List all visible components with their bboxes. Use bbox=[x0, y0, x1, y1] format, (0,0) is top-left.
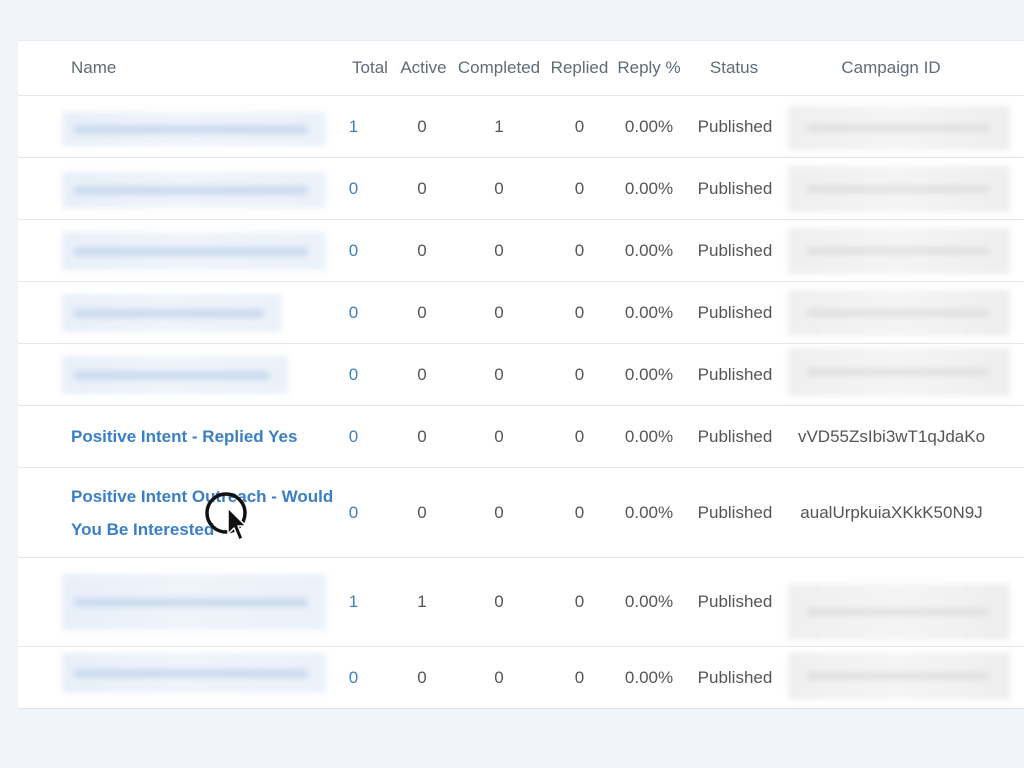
reply-percent: 0.00% bbox=[624, 667, 674, 687]
redacted-campaign-name[interactable] bbox=[62, 653, 326, 693]
reply-percent: 0.00% bbox=[624, 426, 674, 446]
redacted-campaign-name[interactable] bbox=[62, 112, 326, 146]
header-replied[interactable]: Replied bbox=[548, 41, 611, 95]
campaign-id: aualUrpkuiaXKkK50N9J bbox=[800, 502, 983, 522]
table-row[interactable]: Positive Intent - Replied Yes 0 0 0 0 0.… bbox=[18, 406, 1024, 468]
total-link[interactable]: 0 bbox=[338, 158, 369, 219]
total-link[interactable]: 0 bbox=[338, 647, 369, 708]
replied-count: 0 bbox=[574, 502, 585, 522]
active-count: 0 bbox=[417, 302, 427, 322]
active-count: 1 bbox=[417, 592, 427, 611]
header-completed[interactable]: Completed bbox=[454, 41, 544, 95]
active-count: 0 bbox=[417, 426, 427, 446]
status-text: Published bbox=[697, 667, 773, 687]
completed-count: 0 bbox=[494, 667, 504, 687]
table-row[interactable]: Positive Intent Outreach - Would You Be … bbox=[18, 468, 1024, 558]
status-text: Published bbox=[697, 116, 773, 136]
replied-count: 0 bbox=[574, 426, 585, 446]
active-count: 0 bbox=[417, 240, 427, 260]
total-link[interactable]: 0 bbox=[338, 406, 369, 467]
replied-count: 0 bbox=[574, 592, 585, 611]
replied-count: 0 bbox=[574, 178, 585, 198]
mouse-pointer-icon bbox=[205, 492, 247, 541]
completed-count: 0 bbox=[494, 592, 504, 611]
redacted-campaign-id bbox=[788, 166, 1010, 212]
status-text: Published bbox=[697, 178, 773, 198]
replied-count: 0 bbox=[574, 302, 585, 322]
reply-percent: 0.00% bbox=[624, 364, 674, 384]
table-row[interactable]: 0 0 0 0 0.00% Published bbox=[18, 220, 1024, 282]
reply-percent: 0.00% bbox=[624, 240, 674, 260]
active-count: 0 bbox=[417, 116, 427, 136]
redacted-campaign-id bbox=[788, 653, 1010, 699]
campaigns-table: Name Total Active Completed Replied Repl… bbox=[18, 40, 1024, 709]
completed-count: 0 bbox=[494, 302, 504, 322]
redacted-campaign-name[interactable] bbox=[62, 232, 326, 270]
active-count: 0 bbox=[417, 667, 427, 687]
table-row[interactable]: 0 0 0 0 0.00% Published bbox=[18, 647, 1024, 708]
reply-percent: 0.00% bbox=[624, 302, 674, 322]
reply-percent: 0.00% bbox=[624, 178, 674, 198]
replied-count: 0 bbox=[574, 240, 585, 260]
table-row[interactable]: 1 1 0 0 0.00% Published bbox=[18, 558, 1024, 647]
active-count: 0 bbox=[417, 178, 427, 198]
redacted-campaign-name[interactable] bbox=[62, 172, 326, 208]
redacted-campaign-id bbox=[788, 228, 1010, 274]
status-text: Published bbox=[697, 502, 773, 522]
table-row[interactable]: 1 0 1 0 0.00% Published bbox=[18, 96, 1024, 158]
total-link[interactable]: 0 bbox=[338, 282, 369, 343]
completed-count: 0 bbox=[494, 178, 504, 198]
header-name[interactable]: Name bbox=[71, 41, 351, 95]
redacted-campaign-id bbox=[788, 348, 1010, 396]
completed-count: 0 bbox=[494, 426, 504, 446]
replied-count: 0 bbox=[574, 116, 585, 136]
header-total[interactable]: Total bbox=[348, 41, 392, 95]
header-campaign-id[interactable]: Campaign ID bbox=[811, 41, 971, 95]
status-text: Published bbox=[697, 426, 773, 446]
header-reply-percent[interactable]: Reply % bbox=[615, 41, 683, 95]
table-header: Name Total Active Completed Replied Repl… bbox=[18, 41, 1024, 96]
table-row[interactable]: 0 0 0 0 0.00% Published bbox=[18, 282, 1024, 344]
replied-count: 0 bbox=[574, 667, 585, 687]
completed-count: 1 bbox=[494, 116, 504, 136]
reply-percent: 0.00% bbox=[624, 592, 674, 611]
campaign-name-link[interactable]: Positive Intent - Replied Yes bbox=[71, 406, 351, 467]
completed-count: 0 bbox=[494, 240, 504, 260]
redacted-campaign-name[interactable] bbox=[62, 356, 288, 394]
redacted-campaign-id bbox=[788, 584, 1010, 640]
status-text: Published bbox=[697, 302, 773, 322]
campaign-id: vVD55ZsIbi3wT1qJdaKo bbox=[797, 426, 986, 446]
status-text: Published bbox=[697, 364, 773, 384]
header-status[interactable]: Status bbox=[698, 41, 770, 95]
total-link[interactable]: 0 bbox=[338, 344, 369, 405]
active-count: 0 bbox=[417, 364, 427, 384]
total-link[interactable]: 0 bbox=[338, 220, 369, 281]
redacted-campaign-name[interactable] bbox=[62, 574, 326, 630]
reply-percent: 0.00% bbox=[624, 116, 674, 136]
table-row[interactable]: 0 0 0 0 0.00% Published bbox=[18, 158, 1024, 220]
redacted-campaign-id bbox=[788, 290, 1010, 336]
total-link[interactable]: 1 bbox=[338, 558, 369, 646]
completed-count: 0 bbox=[494, 502, 504, 522]
redacted-campaign-id bbox=[788, 106, 1010, 150]
active-count: 0 bbox=[417, 502, 427, 522]
status-text: Published bbox=[697, 240, 773, 260]
reply-percent: 0.00% bbox=[624, 502, 674, 522]
total-link[interactable]: 0 bbox=[338, 468, 369, 557]
total-link[interactable]: 1 bbox=[338, 96, 369, 157]
replied-count: 0 bbox=[574, 364, 585, 384]
completed-count: 0 bbox=[494, 364, 504, 384]
header-active[interactable]: Active bbox=[396, 41, 451, 95]
status-text: Published bbox=[697, 592, 773, 611]
table-row[interactable]: 0 0 0 0 0.00% Published bbox=[18, 344, 1024, 406]
redacted-campaign-name[interactable] bbox=[62, 294, 282, 332]
